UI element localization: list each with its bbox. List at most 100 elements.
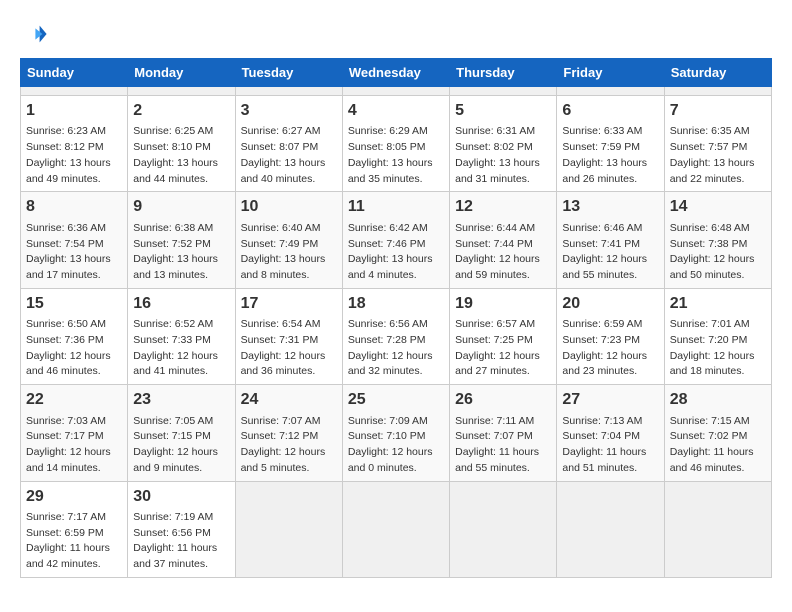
day-detail: Sunrise: 6:54 AM Sunset: 7:31 PM Dayligh… <box>241 317 337 380</box>
calendar-cell: 18Sunrise: 6:56 AM Sunset: 7:28 PM Dayli… <box>342 288 449 384</box>
calendar-cell: 8 Sunrise: 6:36 AM Sunset: 7:54 PM Daylig… <box>21 192 128 288</box>
calendar-week-row <box>21 87 772 96</box>
calendar-cell <box>664 481 771 577</box>
day-detail: Sunrise: 6:48 AM Sunset: 7:38 PM Dayligh… <box>670 221 766 284</box>
day-detail: Sunrise: 6:23 AM Sunset: 8:12 PM Dayligh… <box>26 124 122 187</box>
day-number: 15 <box>26 293 122 315</box>
calendar-week-row: 22Sunrise: 7:03 AM Sunset: 7:17 PM Dayli… <box>21 385 772 481</box>
day-detail: Sunrise: 6:36 AM Sunset: 7:54 PM Dayligh… <box>26 221 122 284</box>
day-detail: Sunrise: 6:42 AM Sunset: 7:46 PM Dayligh… <box>348 221 444 284</box>
calendar-cell: 20Sunrise: 6:59 AM Sunset: 7:23 PM Dayli… <box>557 288 664 384</box>
day-number: 8 <box>26 196 122 218</box>
calendar-cell: 12 Sunrise: 6:44 AM Sunset: 7:44 PM Dayli… <box>450 192 557 288</box>
day-number: 3 <box>241 100 337 122</box>
day-number: 13 <box>562 196 658 218</box>
day-detail: Sunrise: 6:25 AM Sunset: 8:10 PM Dayligh… <box>133 124 229 187</box>
calendar-cell <box>21 87 128 96</box>
calendar-cell: 5Sunrise: 6:31 AM Sunset: 8:02 PM Daylig… <box>450 96 557 192</box>
day-number: 28 <box>670 389 766 411</box>
calendar-cell: 14Sunrise: 6:48 AM Sunset: 7:38 PM Dayli… <box>664 192 771 288</box>
calendar-cell: 19Sunrise: 6:57 AM Sunset: 7:25 PM Dayli… <box>450 288 557 384</box>
calendar-cell <box>235 481 342 577</box>
header-cell-sunday: Sunday <box>21 59 128 87</box>
day-detail: Sunrise: 7:11 AM Sunset: 7:07 PM Dayligh… <box>455 414 551 477</box>
calendar-cell: 30Sunrise: 7:19 AM Sunset: 6:56 PM Dayli… <box>128 481 235 577</box>
day-detail: Sunrise: 7:17 AM Sunset: 6:59 PM Dayligh… <box>26 510 122 573</box>
day-number: 10 <box>241 196 337 218</box>
day-number: 18 <box>348 293 444 315</box>
header-cell-monday: Monday <box>128 59 235 87</box>
calendar-cell: 24Sunrise: 7:07 AM Sunset: 7:12 PM Dayli… <box>235 385 342 481</box>
day-number: 4 <box>348 100 444 122</box>
calendar-cell <box>664 87 771 96</box>
calendar-cell: 11 Sunrise: 6:42 AM Sunset: 7:46 PM Dayli… <box>342 192 449 288</box>
calendar-cell: 29Sunrise: 7:17 AM Sunset: 6:59 PM Dayli… <box>21 481 128 577</box>
calendar-cell: 13Sunrise: 6:46 AM Sunset: 7:41 PM Dayli… <box>557 192 664 288</box>
calendar-cell <box>450 87 557 96</box>
calendar-cell <box>342 87 449 96</box>
calendar-cell <box>128 87 235 96</box>
header-cell-friday: Friday <box>557 59 664 87</box>
day-detail: Sunrise: 6:40 AM Sunset: 7:49 PM Dayligh… <box>241 221 337 284</box>
day-number: 12 <box>455 196 551 218</box>
day-number: 2 <box>133 100 229 122</box>
day-detail: Sunrise: 6:52 AM Sunset: 7:33 PM Dayligh… <box>133 317 229 380</box>
day-detail: Sunrise: 6:56 AM Sunset: 7:28 PM Dayligh… <box>348 317 444 380</box>
header-cell-thursday: Thursday <box>450 59 557 87</box>
day-detail: Sunrise: 7:01 AM Sunset: 7:20 PM Dayligh… <box>670 317 766 380</box>
day-detail: Sunrise: 6:59 AM Sunset: 7:23 PM Dayligh… <box>562 317 658 380</box>
calendar-table: SundayMondayTuesdayWednesdayThursdayFrid… <box>20 58 772 578</box>
day-number: 7 <box>670 100 766 122</box>
day-detail: Sunrise: 7:05 AM Sunset: 7:15 PM Dayligh… <box>133 414 229 477</box>
calendar-cell: 4Sunrise: 6:29 AM Sunset: 8:05 PM Daylig… <box>342 96 449 192</box>
day-number: 23 <box>133 389 229 411</box>
calendar-cell <box>450 481 557 577</box>
day-detail: Sunrise: 6:57 AM Sunset: 7:25 PM Dayligh… <box>455 317 551 380</box>
day-number: 20 <box>562 293 658 315</box>
day-detail: Sunrise: 7:03 AM Sunset: 7:17 PM Dayligh… <box>26 414 122 477</box>
day-detail: Sunrise: 6:50 AM Sunset: 7:36 PM Dayligh… <box>26 317 122 380</box>
calendar-cell: 27Sunrise: 7:13 AM Sunset: 7:04 PM Dayli… <box>557 385 664 481</box>
calendar-cell: 1Sunrise: 6:23 AM Sunset: 8:12 PM Daylig… <box>21 96 128 192</box>
day-number: 6 <box>562 100 658 122</box>
logo-icon <box>20 20 48 48</box>
calendar-cell: 16Sunrise: 6:52 AM Sunset: 7:33 PM Dayli… <box>128 288 235 384</box>
calendar-cell: 6Sunrise: 6:33 AM Sunset: 7:59 PM Daylig… <box>557 96 664 192</box>
calendar-week-row: 1Sunrise: 6:23 AM Sunset: 8:12 PM Daylig… <box>21 96 772 192</box>
day-detail: Sunrise: 6:29 AM Sunset: 8:05 PM Dayligh… <box>348 124 444 187</box>
day-detail: Sunrise: 6:31 AM Sunset: 8:02 PM Dayligh… <box>455 124 551 187</box>
day-number: 25 <box>348 389 444 411</box>
day-number: 17 <box>241 293 337 315</box>
day-detail: Sunrise: 6:44 AM Sunset: 7:44 PM Dayligh… <box>455 221 551 284</box>
calendar-cell: 3Sunrise: 6:27 AM Sunset: 8:07 PM Daylig… <box>235 96 342 192</box>
calendar-cell: 28 Sunrise: 7:15 AM Sunset: 7:02 PM Dayli… <box>664 385 771 481</box>
day-number: 29 <box>26 486 122 508</box>
day-detail: Sunrise: 7:07 AM Sunset: 7:12 PM Dayligh… <box>241 414 337 477</box>
calendar-cell: 23 Sunrise: 7:05 AM Sunset: 7:15 PM Dayli… <box>128 385 235 481</box>
header-cell-tuesday: Tuesday <box>235 59 342 87</box>
day-detail: Sunrise: 7:19 AM Sunset: 6:56 PM Dayligh… <box>133 510 229 573</box>
day-number: 19 <box>455 293 551 315</box>
day-number: 11 <box>348 196 444 218</box>
header <box>20 20 772 48</box>
calendar-cell: 7Sunrise: 6:35 AM Sunset: 7:57 PM Daylig… <box>664 96 771 192</box>
calendar-cell: 15Sunrise: 6:50 AM Sunset: 7:36 PM Dayli… <box>21 288 128 384</box>
calendar-cell: 9 Sunrise: 6:38 AM Sunset: 7:52 PM Daylig… <box>128 192 235 288</box>
calendar-week-row: 8 Sunrise: 6:36 AM Sunset: 7:54 PM Daylig… <box>21 192 772 288</box>
logo <box>20 20 52 48</box>
day-detail: Sunrise: 7:15 AM Sunset: 7:02 PM Dayligh… <box>670 414 766 477</box>
header-cell-wednesday: Wednesday <box>342 59 449 87</box>
calendar-cell: 2Sunrise: 6:25 AM Sunset: 8:10 PM Daylig… <box>128 96 235 192</box>
day-detail: Sunrise: 6:38 AM Sunset: 7:52 PM Dayligh… <box>133 221 229 284</box>
calendar-header-row: SundayMondayTuesdayWednesdayThursdayFrid… <box>21 59 772 87</box>
calendar-cell: 25Sunrise: 7:09 AM Sunset: 7:10 PM Dayli… <box>342 385 449 481</box>
calendar-cell <box>557 87 664 96</box>
day-detail: Sunrise: 6:35 AM Sunset: 7:57 PM Dayligh… <box>670 124 766 187</box>
day-detail: Sunrise: 6:27 AM Sunset: 8:07 PM Dayligh… <box>241 124 337 187</box>
day-detail: Sunrise: 6:33 AM Sunset: 7:59 PM Dayligh… <box>562 124 658 187</box>
day-number: 27 <box>562 389 658 411</box>
day-number: 21 <box>670 293 766 315</box>
day-number: 1 <box>26 100 122 122</box>
calendar-cell: 10 Sunrise: 6:40 AM Sunset: 7:49 PM Dayli… <box>235 192 342 288</box>
day-number: 9 <box>133 196 229 218</box>
